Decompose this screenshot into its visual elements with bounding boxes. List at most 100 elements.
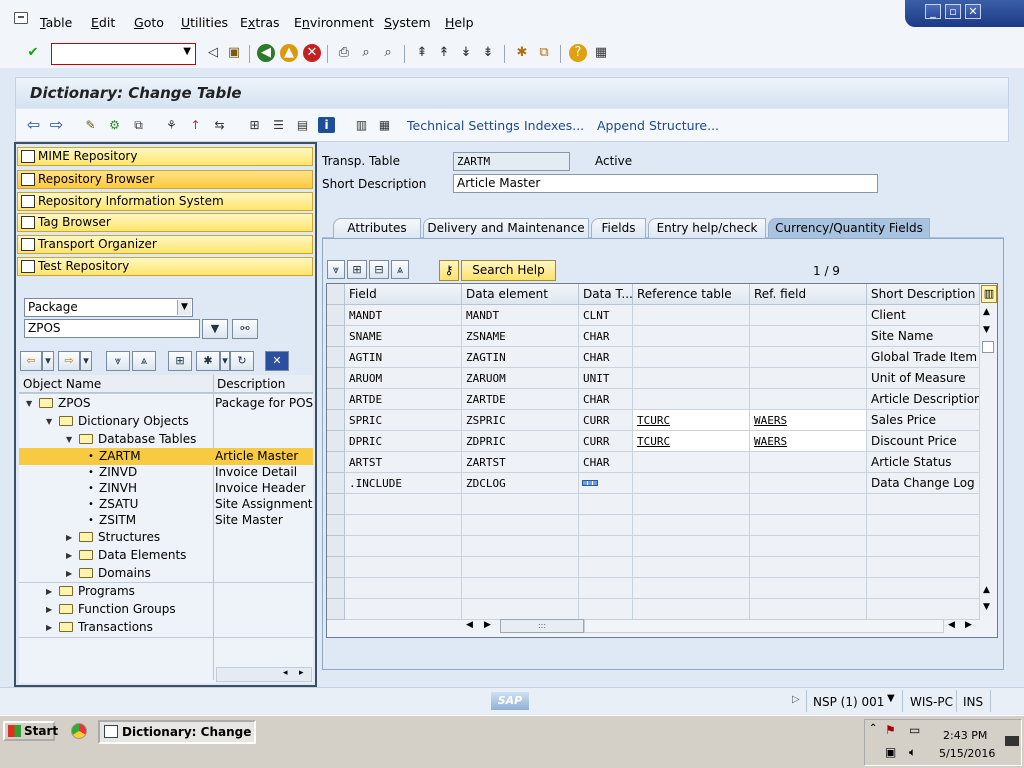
grid-icon[interactable]: ▦	[376, 117, 393, 133]
layout-menu-icon[interactable]: ▦	[592, 44, 610, 62]
cell-ref-field[interactable]	[750, 536, 867, 557]
nav-test-button[interactable]: Test Repository	[17, 257, 313, 276]
cell-type[interactable]: CHAR	[579, 347, 633, 368]
cell-type[interactable]: CHAR	[579, 326, 633, 347]
row-selector[interactable]	[327, 473, 345, 494]
short-description-field[interactable]: Article Master	[453, 174, 878, 193]
object-type-select[interactable]: Package ▼	[24, 298, 193, 317]
minimize-button[interactable]: _	[925, 4, 941, 19]
delete-row-icon[interactable]: ⊟	[369, 260, 389, 279]
back-icon[interactable]: ◀	[257, 44, 275, 62]
row-selector[interactable]	[327, 368, 345, 389]
select-all-cell[interactable]	[327, 284, 345, 305]
column-settings-icon[interactable]: ▥	[981, 285, 997, 303]
cell-ref-field[interactable]	[750, 578, 867, 599]
row-selector[interactable]	[327, 515, 345, 536]
scroll-left-icon[interactable]: ◀	[948, 620, 955, 630]
cell-type[interactable]	[579, 515, 633, 536]
scroll-thumb[interactable]	[982, 341, 994, 353]
taskbar-window-button[interactable]: Dictionary: Change Ta...	[98, 720, 256, 744]
scroll-right-icon[interactable]: ▸	[299, 668, 304, 678]
chevron-down-icon[interactable]: ▾	[42, 351, 54, 371]
chevron-down-icon[interactable]: ▼	[177, 300, 191, 315]
search-help-button[interactable]: Search Help	[461, 260, 556, 281]
menu-environment[interactable]: Environment	[294, 15, 374, 30]
grid-deselect-icon[interactable]: ⩓	[391, 260, 409, 279]
first-page-icon[interactable]: ⇞	[413, 44, 431, 62]
table-icon[interactable]: ▥	[353, 117, 370, 133]
cell-element[interactable]: ZSPRIC	[462, 410, 579, 431]
cell-ref-table[interactable]	[633, 368, 750, 389]
history-back-icon[interactable]: ◁	[204, 44, 222, 62]
technical-settings-button[interactable]: Technical Settings	[407, 118, 520, 133]
nav-transport-button[interactable]: Transport Organizer	[17, 235, 313, 254]
object-list-icon[interactable]: ↑	[187, 117, 204, 133]
shortcut-icon[interactable]: ⧉	[535, 44, 553, 62]
tree-back-icon[interactable]: ⇦	[20, 351, 42, 371]
scroll-right-icon[interactable]: ▶	[484, 620, 491, 630]
network-icon[interactable]: ▣	[885, 745, 896, 759]
cell-element[interactable]: ZDPRIC	[462, 431, 579, 452]
chevron-up-icon[interactable]: ⌃	[869, 723, 877, 734]
save-icon[interactable]: ▣	[225, 44, 243, 62]
info-icon[interactable]: i	[318, 117, 335, 133]
menu-edit[interactable]: Edit	[91, 15, 115, 30]
scroll-up-icon[interactable]: ▲	[983, 307, 990, 317]
cell-ref-table[interactable]	[633, 557, 750, 578]
expanded-triangle-icon[interactable]: ▼	[26, 399, 32, 408]
nav-mime-button[interactable]: MIME Repository	[17, 147, 313, 166]
cell-type[interactable]	[579, 599, 633, 620]
cell-type[interactable]	[579, 578, 633, 599]
chevron-down-icon[interactable]: ▼	[887, 693, 895, 704]
find-next-icon[interactable]: ⌕	[379, 44, 397, 62]
collapse-all-icon[interactable]: ⩓	[132, 351, 156, 371]
scroll-down-icon[interactable]: ▼	[983, 602, 990, 612]
scroll-down-icon[interactable]: ▼	[983, 325, 990, 335]
command-field[interactable]: ▼	[51, 43, 196, 65]
tab-entry-help-check[interactable]: Entry help/check	[648, 218, 766, 238]
cell-ref-table[interactable]	[633, 305, 750, 326]
menu-table[interactable]: Table	[40, 15, 72, 30]
expand-all-icon[interactable]: ⩔	[106, 351, 130, 371]
column-header-field[interactable]: Field	[345, 284, 462, 305]
indexes-button[interactable]: Indexes...	[524, 118, 584, 133]
cell-ref-table[interactable]	[633, 389, 750, 410]
exit-icon[interactable]: ▲	[280, 44, 298, 62]
display-icon[interactable]: ▭	[909, 723, 920, 737]
row-selector[interactable]	[327, 452, 345, 473]
cell-type[interactable]: CURR	[579, 410, 633, 431]
where-used-icon[interactable]: ⚘	[163, 117, 180, 133]
cell-ref-field[interactable]	[750, 326, 867, 347]
cell-ref-field[interactable]	[750, 515, 867, 536]
row-selector[interactable]	[327, 305, 345, 326]
arrow-left-icon[interactable]: ⇦	[25, 117, 42, 133]
close-tree-icon[interactable]: ✕	[265, 351, 289, 371]
menu-goto[interactable]: Goto	[134, 15, 164, 30]
cell-element[interactable]	[462, 494, 579, 515]
cell-element[interactable]: ZAGTIN	[462, 347, 579, 368]
cell-type[interactable]: CURR	[579, 431, 633, 452]
cell-ref-field[interactable]	[750, 368, 867, 389]
activate-icon[interactable]: ⧉	[130, 117, 147, 133]
chevron-down-icon[interactable]: ▼	[183, 46, 191, 57]
collapsed-triangle-icon[interactable]: ▶	[66, 551, 72, 560]
table-vertical-scrollbar[interactable]: ▲ ▼ ▲ ▼	[980, 305, 997, 616]
enter-check-icon[interactable]: ✔	[24, 44, 42, 62]
cell-ref-field[interactable]	[750, 473, 867, 494]
nav-tag-button[interactable]: Tag Browser	[17, 213, 313, 232]
row-selector[interactable]	[327, 410, 345, 431]
next-page-icon[interactable]: ↡	[457, 44, 475, 62]
tab-delivery-and-maintenance[interactable]: Delivery and Maintenance	[423, 218, 589, 238]
chrome-icon[interactable]	[71, 723, 87, 739]
help-icon[interactable]: ?	[569, 44, 587, 62]
cell-element[interactable]: ZSNAME	[462, 326, 579, 347]
hierarchy-icon[interactable]: ⊞	[246, 117, 263, 133]
cell-ref-field[interactable]	[750, 347, 867, 368]
menu-extras[interactable]: Extras	[240, 15, 280, 30]
arrow-right-icon[interactable]: ⇨	[48, 117, 65, 133]
cell-ref-field[interactable]	[750, 389, 867, 410]
grid-select-icon[interactable]: ⩔	[327, 260, 345, 279]
tab-currency-quantity-fields[interactable]: Currency/Quantity Fields	[768, 218, 930, 238]
column-header-ref-field[interactable]: Ref. field	[750, 284, 867, 305]
nav-repository-browser-button[interactable]: Repository Browser	[17, 170, 313, 189]
